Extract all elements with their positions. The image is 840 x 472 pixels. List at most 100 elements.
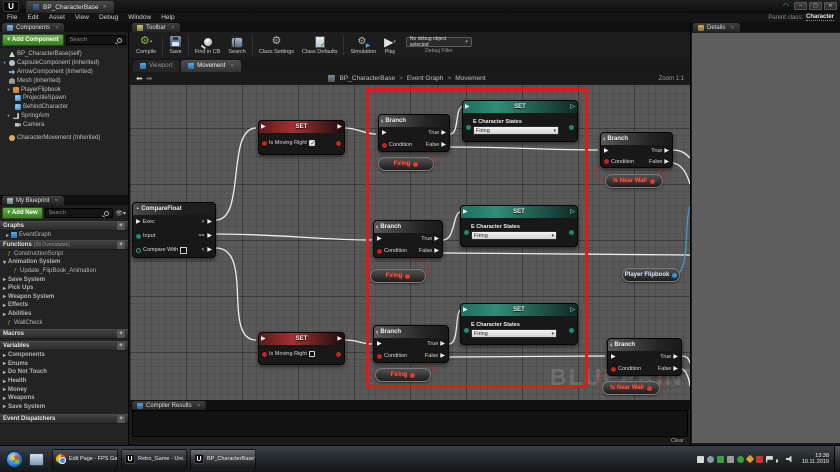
taskbar-app-unreal-project[interactable]: U Retro_Game - Unr... [121, 449, 187, 470]
tray-icon[interactable] [707, 456, 714, 463]
clear-button[interactable]: Clear [671, 438, 684, 444]
category-health[interactable]: ▸Health [0, 377, 128, 386]
add-macro-button[interactable]: + [117, 330, 125, 338]
explorer-icon[interactable] [29, 453, 44, 466]
component-row[interactable]: ▾PlayerFlipbook [2, 85, 128, 94]
close-icon[interactable]: ✕ [54, 198, 58, 204]
component-row[interactable]: ProjectileSpawn [2, 94, 128, 103]
getter-is-near-wall[interactable]: Is Near Wall [602, 381, 660, 395]
tray-icon[interactable] [746, 455, 754, 463]
getter-firing[interactable]: Firing [375, 368, 431, 382]
bool-pin[interactable] [262, 352, 267, 357]
debug-object-dropdown[interactable]: No debug object selected ▾ [406, 37, 472, 47]
save-button[interactable]: Save [165, 32, 186, 58]
section-graphs[interactable]: Graphs+ [0, 221, 128, 231]
chevron-down-icon[interactable]: ▾ [150, 39, 153, 45]
add-component-button[interactable]: + Add Component [2, 34, 64, 46]
tab-movement[interactable]: Movement ✕ [181, 60, 241, 72]
parent-class-value[interactable]: Character [806, 14, 834, 21]
category-pick-ups[interactable]: ▸Pick Ups [0, 284, 128, 293]
exec-pin[interactable]: ▶ [664, 148, 669, 154]
menu-window[interactable]: Window [128, 14, 151, 21]
category-animation-system[interactable]: ▾Animation System [0, 258, 128, 267]
enum-pin[interactable] [569, 230, 574, 235]
object-pin[interactable] [672, 273, 677, 278]
add-dispatcher-button[interactable]: + [117, 415, 125, 423]
close-icon[interactable]: ✕ [230, 63, 234, 69]
exec-pin[interactable]: ▶ [136, 219, 141, 225]
exec-pin[interactable]: ▷ [570, 104, 575, 110]
bool-pin[interactable] [405, 274, 410, 279]
condition-pin[interactable] [611, 367, 616, 372]
enum-pin[interactable] [466, 125, 471, 130]
forward-arrow-icon[interactable]: ➡ [146, 75, 153, 83]
taskbar-app-blueprint[interactable]: U BP_CharacterBase* [190, 449, 256, 470]
close-icon[interactable]: ✕ [730, 25, 734, 31]
taskbar-app-chrome[interactable]: Edit Page - FPS Ga... [52, 449, 118, 470]
exec-pin[interactable]: ▶ [664, 159, 669, 165]
condition-pin[interactable] [377, 249, 382, 254]
bool-checkbox[interactable] [309, 351, 315, 357]
exec-pin[interactable]: ▶ [207, 233, 212, 239]
exec-pin[interactable]: ▶ [377, 236, 382, 242]
row-eventgraph[interactable]: ▸EventGraph [0, 231, 128, 240]
component-row[interactable]: ArrowComponent (Inherited) [2, 68, 128, 77]
exec-pin[interactable]: ▶ [465, 104, 470, 110]
back-arrow-icon[interactable]: ⬅ [136, 75, 143, 83]
enum-dropdown[interactable]: Firing▾ [473, 126, 559, 135]
tray-icon[interactable] [756, 456, 763, 463]
event-graph-canvas[interactable]: BLUEPRINT [130, 72, 690, 400]
bool-pin[interactable] [647, 386, 652, 391]
breadcrumb-item[interactable]: Event Graph [407, 75, 444, 82]
breadcrumb-item[interactable]: Movement [455, 75, 485, 82]
value-input[interactable] [180, 247, 187, 254]
getter-is-near-wall[interactable]: Is Near Wall [605, 174, 663, 188]
component-row[interactable]: ▾CapsuleComponent (Inherited) [2, 59, 128, 68]
show-desktop-button[interactable] [834, 446, 840, 472]
category-abilities[interactable]: ▸Abilities [0, 310, 128, 319]
enum-pin[interactable] [569, 125, 574, 130]
enum-pin[interactable] [569, 328, 574, 333]
bool-pin[interactable] [410, 373, 415, 378]
node-comparefloat[interactable]: ◔CompareFloat ▶Exec>▶ Input==▶ Compare W… [132, 202, 216, 258]
menu-file[interactable]: File [7, 14, 17, 21]
getter-player-flipbook[interactable]: Player Flipbook [622, 268, 680, 282]
category-save-system[interactable]: ▸Save System [0, 275, 128, 284]
category-save-system-vars[interactable]: ▸Save System [0, 403, 128, 412]
category-weapon-system[interactable]: ▸Weapon System [0, 293, 128, 302]
node-set-is-moving-right-true[interactable]: ▶SET▶ Is Moving Right [258, 120, 345, 155]
category-weapons[interactable]: ▸Weapons [0, 394, 128, 403]
enum-dropdown[interactable]: Firing▾ [471, 231, 557, 240]
node-set-character-state-bottom[interactable]: ▶SET▷ E Character StatesFiring▾ [460, 303, 578, 345]
close-icon[interactable]: ✕ [197, 403, 201, 409]
node-branch-right[interactable]: ‹Branch ▶True▶ ConditionFalse▶ [600, 132, 673, 168]
node-set-is-moving-right-false[interactable]: ▶SET▶ Is Moving Right [258, 332, 345, 365]
flag-icon[interactable] [766, 456, 773, 463]
getter-firing[interactable]: Firing [370, 269, 426, 283]
row-constructionscript[interactable]: ƒConstructionScript [0, 250, 128, 259]
play-button[interactable]: ▶▾ Play [380, 32, 400, 58]
components-search-input[interactable]: Search [66, 35, 126, 45]
class-settings-button[interactable]: ⚙ Class Settings [255, 32, 298, 58]
compile-button[interactable]: ⚙▾ Compile [132, 32, 160, 58]
exec-pin[interactable]: ▶ [673, 366, 678, 372]
component-row[interactable]: Mesh (Inherited) [2, 76, 128, 85]
bool-checkbox[interactable] [309, 140, 315, 146]
section-variables[interactable]: Variables+ [0, 341, 128, 351]
menu-asset[interactable]: Asset [49, 14, 65, 21]
node-branch-bottom[interactable]: ‹Branch ▶True▶ ConditionFalse▶ [373, 325, 449, 363]
start-button[interactable] [6, 451, 23, 468]
tab-components[interactable]: Components ✕ [2, 23, 64, 32]
close-icon[interactable]: ✕ [55, 25, 59, 31]
row-wallcheck[interactable]: ƒWallCheck [0, 318, 128, 327]
node-branch-middle[interactable]: ‹Branch ▶True▶ ConditionFalse▶ [373, 220, 443, 258]
exec-pin[interactable]: ▷ [570, 209, 575, 215]
add-graph-button[interactable]: + [117, 222, 125, 230]
exec-pin[interactable]: ▶ [207, 247, 212, 253]
exec-pin[interactable]: ▶ [337, 124, 342, 130]
exec-pin[interactable]: ▶ [440, 353, 445, 359]
component-row[interactable]: ▾SpringArm [2, 112, 128, 121]
menu-edit[interactable]: Edit [27, 14, 38, 21]
tray-icon[interactable] [697, 456, 704, 463]
section-functions[interactable]: Functions(28 Overridable)+ [0, 240, 128, 250]
